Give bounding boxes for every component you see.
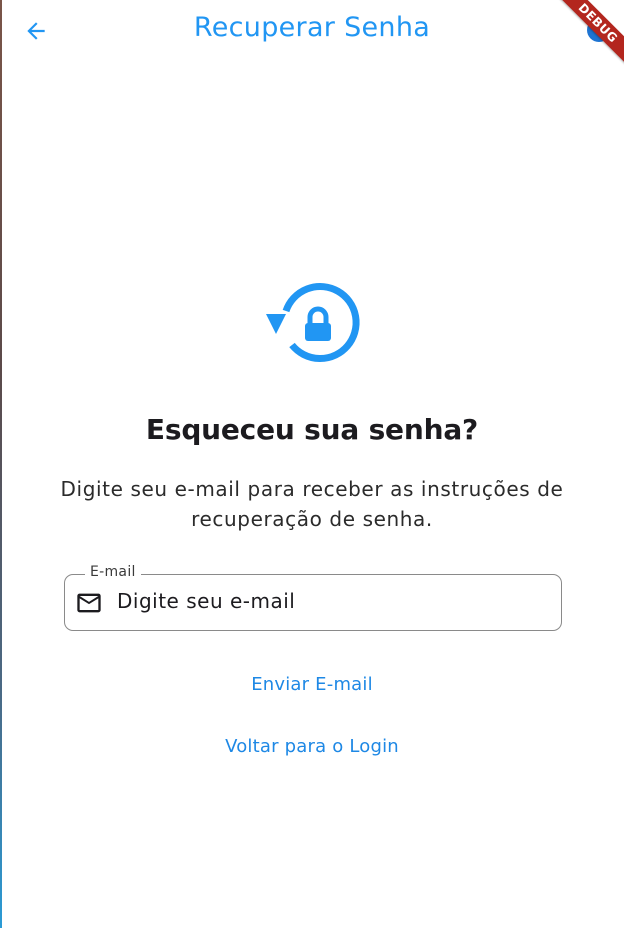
email-field-label: E-mail <box>85 564 141 580</box>
email-input[interactable]: Digite seu e-mail <box>117 589 295 613</box>
overflow-menu-button[interactable] <box>587 18 611 42</box>
mail-icon <box>77 593 101 613</box>
email-field[interactable]: E-mail Digite seu e-mail <box>64 564 562 631</box>
app-bar: Recuperar Senha <box>0 0 624 64</box>
app-screen: Recuperar Senha DEBUG Esqueceu sua senha… <box>0 0 624 928</box>
window-edge <box>0 0 2 928</box>
forgot-password-heading: Esqueceu sua senha? <box>145 413 479 446</box>
lock-reset-icon <box>266 283 360 362</box>
send-email-button[interactable]: Enviar E-mail <box>0 674 624 695</box>
back-to-login-button[interactable]: Voltar para o Login <box>0 736 624 757</box>
page-title: Recuperar Senha <box>193 12 431 43</box>
instructions-text: Digite seu e-mail para receber as instru… <box>60 477 564 531</box>
